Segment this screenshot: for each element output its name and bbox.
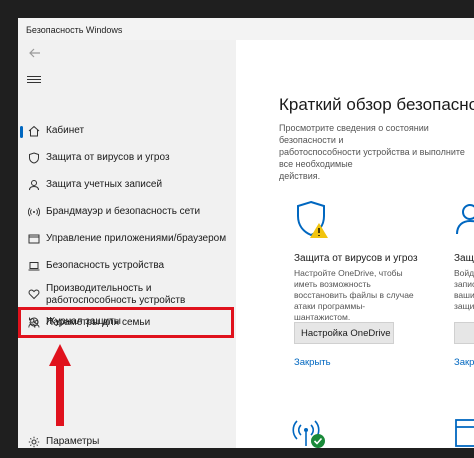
sidebar-item-device[interactable]: Безопасность устройства [18,255,236,279]
home-icon [28,125,40,137]
card-title: Защита [454,253,474,264]
settings-item[interactable]: Параметры [18,431,236,448]
arrow-up-icon [49,344,71,426]
hamburger-menu-icon[interactable] [27,74,41,86]
card-button[interactable] [454,322,474,344]
sidebar-item-history[interactable]: Журнал защиты [18,311,236,335]
card-description: Войдите записей ваших защита [454,268,474,311]
sidebar-item-label: Безопасность устройства [46,260,165,271]
heart-icon [28,289,40,300]
sidebar-item-accounts[interactable]: Защита учетных записей [18,174,236,198]
laptop-icon [28,262,40,271]
sidebar-item-performance[interactable]: Производительность и работоспособность ус… [18,283,236,309]
gear-icon [28,436,40,448]
sidebar-item-home[interactable]: Кабинет [18,120,236,144]
page-description: Просмотрите сведения о состоянии безопас… [279,123,465,181]
close-link[interactable]: Закрыть [294,357,331,368]
active-indicator [20,126,23,138]
sidebar-item-label: Журнал защиты [46,316,121,327]
sidebar-item-firewall[interactable]: Брандмауэр и безопасность сети [18,201,236,225]
page-title: Краткий обзор безопасности [279,95,474,114]
back-arrow-icon[interactable] [28,46,42,60]
main-content: Краткий обзор безопасности Просмотрите с… [236,40,474,448]
shield-icon [29,152,39,164]
sidebar-item-label: Управление приложениями/браузером [46,233,227,244]
card-description: Настройте OneDrive, чтобы иметь возможно… [294,268,414,322]
app-browser-icon [455,419,474,447]
sidebar-item-label: Защита от вирусов и угроз [46,152,170,163]
app-window-icon [28,234,40,244]
shield-warning-icon [297,200,328,238]
history-icon [29,317,39,327]
sidebar-item-label: Брандмауэр и безопасность сети [46,206,201,217]
wifi-icon [28,207,40,217]
sidebar: Кабинет Защита от вирусов и угроз Защита… [18,40,236,448]
person-icon [29,180,39,191]
sidebar-item-label: Кабинет [46,125,85,136]
sidebar-item-virus[interactable]: Защита от вирусов и угроз [18,147,236,171]
window-title: Безопасность Windows [26,25,123,35]
sidebar-item-apps[interactable]: Управление приложениями/браузером [18,228,236,252]
person-warning-icon [456,204,474,235]
sidebar-item-label: Производительность и работоспособность ус… [46,283,186,306]
app-window: Безопасность Windows Кабинет Защита от в… [18,18,474,448]
title-bar: Безопасность Windows [18,18,474,40]
network-ok-icon [292,420,325,448]
setup-onedrive-button[interactable]: Настройка OneDrive [294,322,394,344]
sidebar-item-label: Защита учетных записей [46,179,163,190]
settings-label: Параметры [46,436,100,447]
card-title: Защита от вирусов и угроз [294,253,418,264]
close-link[interactable]: Закрыть [454,357,474,368]
